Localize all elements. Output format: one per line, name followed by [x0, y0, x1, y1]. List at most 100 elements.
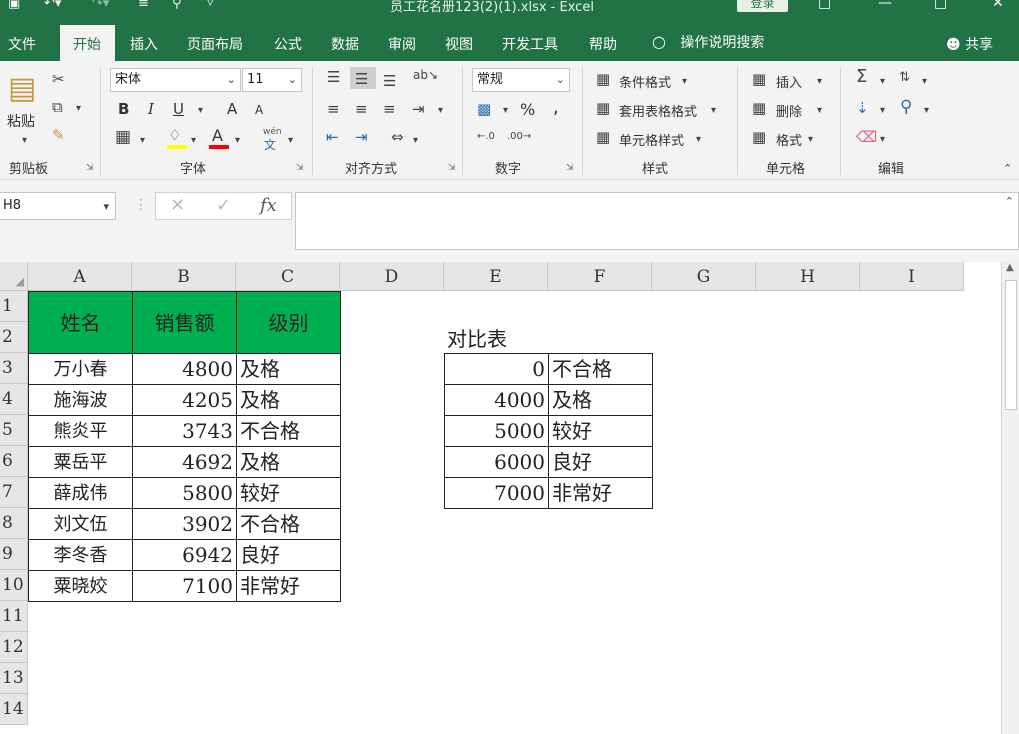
borders-dropdown-icon[interactable]: ▾: [140, 133, 145, 149]
comma-style-button[interactable]: ,: [553, 97, 559, 118]
customize-icon[interactable]: ≡: [138, 0, 149, 11]
insert-dropdown-icon[interactable]: ▾: [817, 74, 822, 90]
lookup-table-cell[interactable]: 及格: [548, 384, 653, 416]
find-select-icon[interactable]: ⚲: [900, 99, 912, 116]
paste-dropdown-icon[interactable]: ▾: [22, 133, 27, 149]
tab-developer[interactable]: 开发工具: [502, 34, 558, 54]
column-header-e[interactable]: E: [444, 262, 548, 291]
print-preview-icon[interactable]: ⚲: [172, 0, 182, 11]
tab-insert[interactable]: 插入: [130, 34, 158, 54]
lookup-table-cell[interactable]: 不合格: [548, 353, 653, 385]
clear-icon[interactable]: ⌫: [856, 129, 877, 145]
table-cell[interactable]: 粟岳平: [28, 446, 133, 478]
tab-home[interactable]: 开始: [60, 25, 115, 61]
table-cell[interactable]: 3743: [132, 415, 237, 447]
autosum-icon[interactable]: Σ: [856, 68, 867, 86]
table-cell[interactable]: 及格: [236, 353, 341, 385]
fill-icon[interactable]: ⇣: [856, 100, 869, 116]
lookup-table-cell[interactable]: 6000: [444, 446, 549, 478]
table-header-cell[interactable]: 姓名: [28, 291, 133, 354]
table-header-cell[interactable]: 销售额: [132, 291, 237, 354]
row-header-1[interactable]: 1: [0, 291, 28, 322]
insert-cells-button[interactable]: 插入: [776, 72, 802, 91]
enter-icon[interactable]: ✓: [216, 195, 231, 216]
fill-color-dropdown-icon[interactable]: ▾: [191, 133, 196, 149]
vertical-scrollbar[interactable]: ▲: [1001, 262, 1019, 734]
alignment-launcher-icon[interactable]: ⇲: [448, 163, 456, 173]
merge-center-icon[interactable]: ⇔: [391, 129, 404, 145]
lookup-table-cell[interactable]: 非常好: [548, 477, 653, 509]
table-cell[interactable]: 6942: [132, 539, 237, 571]
table-cell[interactable]: 熊炎平: [28, 415, 133, 447]
align-top-icon[interactable]: ☰: [327, 69, 340, 85]
delete-cells-button[interactable]: 删除: [776, 101, 802, 120]
redo-icon[interactable]: ↷▾: [92, 0, 109, 11]
lookup-table-cell[interactable]: 良好: [548, 446, 653, 478]
paste-button[interactable]: 粘贴: [7, 111, 35, 131]
italic-button[interactable]: I: [148, 100, 154, 118]
tab-file[interactable]: 文件: [8, 34, 36, 54]
format-as-table-button[interactable]: 套用表格格式: [619, 101, 697, 120]
table-cell[interactable]: 刘文伍: [28, 508, 133, 540]
worksheet-grid[interactable]: ◢ ABCDEFGHI 1 2 3 4 5 6 7 8 9 10 11 12 13 14 姓名 销售额 级别万…: [0, 262, 1019, 734]
font-size-dropdown[interactable]: 11 ⌄: [242, 68, 302, 92]
table-cell[interactable]: 4205: [132, 384, 237, 416]
table-cell[interactable]: 4800: [132, 353, 237, 385]
grow-font-button[interactable]: A: [227, 100, 237, 118]
wrap-text-icon[interactable]: ⇥: [412, 101, 425, 117]
table-cell[interactable]: 不合格: [236, 415, 341, 447]
font-color-dropdown-icon[interactable]: ▾: [235, 133, 240, 149]
clipboard-launcher-icon[interactable]: ⇲: [86, 163, 94, 173]
decrease-indent-icon[interactable]: ⇤: [326, 129, 339, 145]
column-header-d[interactable]: D: [340, 262, 444, 291]
wrap-dropdown-icon[interactable]: ▾: [438, 103, 443, 119]
lookup-table-cell[interactable]: 5000: [444, 415, 549, 447]
tab-formulas[interactable]: 公式: [274, 34, 302, 54]
table-cell[interactable]: 非常好: [236, 570, 341, 602]
number-launcher-icon[interactable]: ⇲: [566, 163, 574, 173]
autosum-dropdown-icon[interactable]: ▾: [880, 74, 885, 90]
insert-function-icon[interactable]: fx: [260, 195, 277, 216]
save-icon[interactable]: ▣: [8, 0, 20, 11]
orientation-icon[interactable]: ab↘: [413, 67, 438, 83]
underline-dropdown-icon[interactable]: ▾: [198, 103, 203, 119]
table-cell[interactable]: 不合格: [236, 508, 341, 540]
cell-styles-button[interactable]: 单元格样式: [619, 130, 684, 149]
table-cell[interactable]: 及格: [236, 384, 341, 416]
collapse-ribbon-icon[interactable]: ⌃: [1003, 161, 1012, 177]
row-header-13[interactable]: 13: [0, 663, 28, 694]
row-header-5[interactable]: 5: [0, 415, 28, 446]
sort-filter-icon[interactable]: ⇅: [899, 70, 910, 86]
maximize-icon[interactable]: □: [934, 0, 947, 11]
bold-button[interactable]: B: [118, 100, 129, 118]
format-as-table-dropdown-icon[interactable]: ▾: [711, 103, 716, 119]
column-header-a[interactable]: A: [28, 262, 132, 291]
row-header-3[interactable]: 3: [0, 353, 28, 384]
cut-icon[interactable]: ✂: [52, 71, 65, 87]
tab-data[interactable]: 数据: [331, 34, 359, 54]
scroll-up-icon[interactable]: ▲: [1006, 262, 1014, 273]
currency-dropdown-icon[interactable]: ▾: [503, 103, 508, 119]
tab-review[interactable]: 审阅: [388, 34, 416, 54]
align-left-icon[interactable]: ≡: [327, 101, 340, 117]
row-header-8[interactable]: 8: [0, 508, 28, 539]
conditional-format-dropdown-icon[interactable]: ▾: [682, 74, 687, 90]
row-header-4[interactable]: 4: [0, 384, 28, 415]
row-header-7[interactable]: 7: [0, 477, 28, 508]
tab-page-layout[interactable]: 页面布局: [187, 34, 243, 54]
phonetic-dropdown-icon[interactable]: ▾: [288, 133, 293, 149]
share-button[interactable]: ☻ 共享: [946, 34, 993, 54]
copy-icon[interactable]: ⧉: [52, 99, 63, 115]
name-box[interactable]: H8 ▾: [0, 192, 116, 220]
percent-button[interactable]: %: [520, 100, 535, 119]
column-header-h[interactable]: H: [756, 262, 860, 291]
cancel-icon[interactable]: ✕: [170, 195, 185, 216]
lookup-table-cell[interactable]: 较好: [548, 415, 653, 447]
align-center-icon[interactable]: ≡: [355, 101, 368, 117]
fill-color-icon[interactable]: ♢: [168, 127, 181, 143]
clear-dropdown-icon[interactable]: ▾: [880, 132, 885, 148]
number-format-dropdown[interactable]: 常规 ⌄: [472, 68, 570, 92]
undo-icon[interactable]: ↶▾: [44, 0, 61, 11]
table-cell[interactable]: 粟晓姣: [28, 570, 133, 602]
table-cell[interactable]: 4692: [132, 446, 237, 478]
